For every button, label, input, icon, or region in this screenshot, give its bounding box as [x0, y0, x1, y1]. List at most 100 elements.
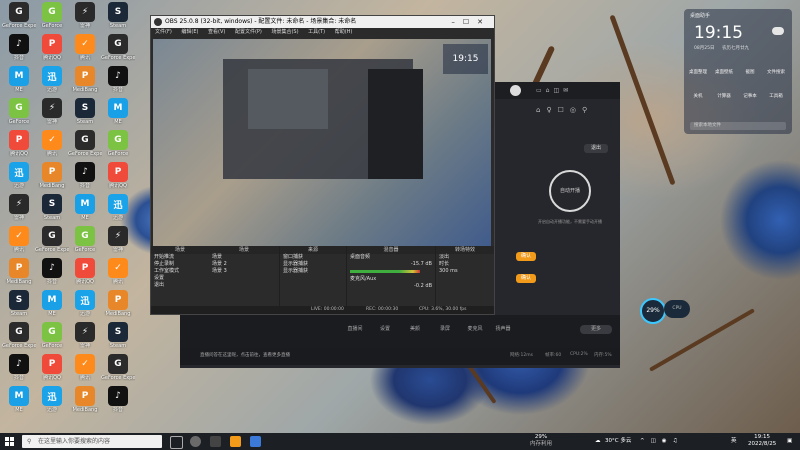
transition-name[interactable]: 淡出 [436, 254, 494, 261]
menu-item[interactable]: 场景集合(S) [271, 29, 298, 35]
menu-item[interactable]: 文件(F) [155, 29, 172, 35]
desktop-icon[interactable]: 迅迅游 [35, 386, 69, 413]
widget-search[interactable]: 搜索本地文件 [690, 122, 786, 130]
auto-open-button[interactable]: 自动开播 [549, 170, 591, 212]
desktop-icon[interactable]: G GeForce [101, 130, 135, 157]
desktop-icon[interactable]: ⚡ 雷神 [35, 98, 69, 125]
desktop-icon[interactable]: S Steam [35, 194, 69, 221]
cortana-icon[interactable] [190, 436, 201, 447]
notification-icon[interactable]: ▣ [787, 433, 792, 450]
widget-item[interactable]: 桌面壁纸 [714, 69, 734, 75]
desktop-icon[interactable]: ♪ 抖音 [101, 66, 135, 93]
desktop-icon[interactable]: 迅迅游 [101, 194, 135, 221]
lang-indicator[interactable]: 英 [731, 433, 737, 450]
desktop-icon[interactable]: G GeForce [35, 2, 69, 29]
control-button[interactable]: 开始推流 [151, 254, 209, 261]
control-button[interactable]: 设置 [151, 275, 209, 282]
desktop-icon[interactable]: P MediBang [35, 162, 69, 189]
exit-button[interactable]: 退出 [584, 144, 608, 153]
menu-item[interactable]: 帮助(H) [335, 29, 353, 35]
avatar[interactable] [510, 85, 521, 96]
menu-item[interactable]: 工具(T) [308, 29, 325, 35]
control-button[interactable]: 停止录制 [151, 261, 209, 268]
desktop-icon[interactable]: M ME [35, 290, 69, 317]
menu-item[interactable]: 配置文件(P) [235, 29, 262, 35]
desktop-icon[interactable]: GGeForce Experience [68, 130, 102, 157]
scene-item[interactable]: 场景 2 [209, 261, 279, 268]
source-item[interactable]: 显示器捕获 [280, 261, 346, 268]
desktop-icon[interactable]: ♪ 抖音 [35, 258, 69, 285]
desktop-icon[interactable]: ✓ 腾讯 [68, 354, 102, 381]
clock[interactable]: 19:15 2022/8/25 [748, 434, 776, 448]
bottom-item[interactable]: 设置 [370, 325, 400, 332]
control-button[interactable]: 工作室模式 [151, 268, 209, 275]
desktop-icon[interactable]: S Steam [2, 290, 36, 317]
transition-duration[interactable]: 300 ms [436, 268, 494, 275]
start-button[interactable] [5, 437, 14, 446]
bottom-item[interactable]: 录屏 [430, 325, 460, 332]
confirm-button[interactable]: 确认 [516, 252, 536, 261]
desktop-icon[interactable]: GGeForce Experience [35, 226, 69, 253]
desktop-icon[interactable]: ♪ 抖音 [2, 34, 36, 61]
tray-icons[interactable]: ^◫◉♫ [640, 433, 684, 450]
weather-icon[interactable]: ☁ [595, 433, 601, 450]
desktop-icon[interactable]: GGeForce Experience [101, 34, 135, 61]
desktop-icon[interactable]: ✓ 腾讯 [68, 34, 102, 61]
desktop-icon[interactable]: S Steam [68, 98, 102, 125]
obs-window[interactable]: OBS 25.0.8 (32-bit, windows) - 配置文件: 未命名… [150, 15, 495, 315]
desktop-icon[interactable]: 迅迅游 [68, 290, 102, 317]
widget-item[interactable]: 文件搜索 [766, 69, 786, 75]
desktop-icon[interactable]: S Steam [101, 2, 135, 29]
desktop-icon[interactable]: S Steam [101, 322, 135, 349]
source-item[interactable]: 显示器捕获 [280, 268, 346, 275]
desktop-icon[interactable]: M ME [2, 66, 36, 93]
desktop-icon[interactable]: ♪ 抖音 [2, 354, 36, 381]
obs-preview[interactable]: 19:15 [153, 39, 491, 251]
desktop-icon[interactable]: P MediBang [68, 386, 102, 413]
desktop-icon[interactable]: G GeForce [68, 226, 102, 253]
desktop-icon[interactable]: ⚡ 雷神 [68, 2, 102, 29]
control-button[interactable]: 退出 [151, 282, 209, 289]
menu-item[interactable]: 查看(V) [208, 29, 225, 35]
desktop-icon[interactable]: GGeForce Experience [2, 2, 36, 29]
more-button[interactable]: 更多 [580, 325, 612, 334]
desktop-icon[interactable]: P 腾讯QQ [2, 130, 36, 157]
menu-item[interactable]: 编辑(E) [181, 29, 198, 35]
window-controls[interactable]: ▭⌂◫✉ [536, 87, 596, 94]
widget-item[interactable]: 记事本 [740, 93, 760, 99]
desktop-icon[interactable]: 迅迅游 [35, 66, 69, 93]
desktop-icon[interactable]: ✓ 腾讯 [2, 226, 36, 253]
widget-item[interactable]: 工具箱 [766, 93, 786, 99]
app-taskbar-icon[interactable] [230, 436, 241, 447]
desktop-icon[interactable]: 迅迅游 [2, 162, 36, 189]
desktop-icon[interactable]: P 腾讯QQ [101, 162, 135, 189]
bottom-item[interactable]: 美颜 [400, 325, 430, 332]
desktop-icon[interactable]: GGeForce Experience [2, 322, 36, 349]
bottom-item[interactable]: 麦克风 [460, 325, 490, 332]
desktop-icon[interactable]: ⚡ 雷神 [101, 226, 135, 253]
bottom-item[interactable]: 扬声器 [488, 325, 518, 332]
app-taskbar-icon-2[interactable] [250, 436, 261, 447]
task-view-icon[interactable] [170, 436, 183, 449]
window-controls[interactable]: –☐✕ [451, 16, 491, 28]
weather-text[interactable]: 30°C 多云 [605, 433, 631, 450]
scene-item[interactable]: 场景 3 [209, 268, 279, 275]
desktop-icon[interactable]: G GeForce [35, 322, 69, 349]
bottom-item[interactable]: 直播间 [340, 325, 370, 332]
desktop-icon[interactable]: ✓ 腾讯 [101, 258, 135, 285]
widget-item[interactable]: 桌面整理 [688, 69, 708, 75]
desktop-icon[interactable]: M ME [68, 194, 102, 221]
desktop-icon[interactable]: ♪ 抖音 [101, 386, 135, 413]
desktop-icon[interactable]: ⚡ 雷神 [2, 194, 36, 221]
confirm-button-2[interactable]: 确认 [516, 274, 536, 283]
obs-taskbar-icon[interactable] [210, 436, 221, 447]
desktop-icon[interactable]: ⚡ 雷神 [68, 322, 102, 349]
taskbar-search[interactable]: 在这里输入你要搜索的内容 [22, 435, 162, 448]
cpu-load-badge[interactable]: 29% [640, 298, 666, 324]
desktop-icon[interactable]: GGeForce Experience [101, 354, 135, 381]
scene-item[interactable]: 场景 [209, 254, 279, 261]
desktop-icon[interactable]: ✓ 腾讯 [35, 130, 69, 157]
desktop-icon[interactable]: M ME [101, 98, 135, 125]
desktop-icon[interactable]: P 腾讯QQ [35, 34, 69, 61]
desktop-icon[interactable]: ♪ 抖音 [68, 162, 102, 189]
